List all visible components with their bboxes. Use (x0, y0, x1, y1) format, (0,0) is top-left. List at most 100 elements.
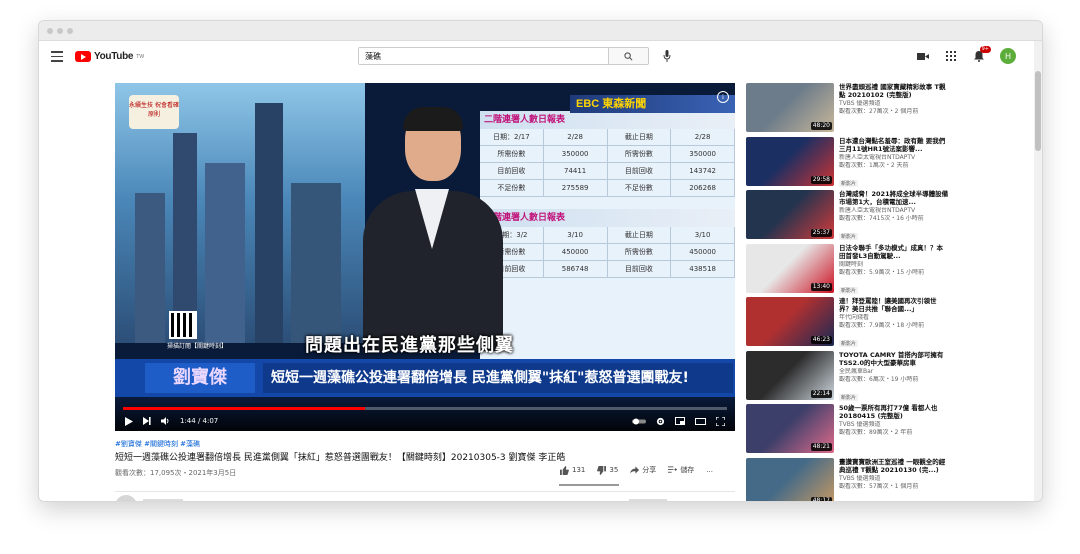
account-avatar[interactable]: H (1000, 48, 1016, 64)
recommended-views: 觀看次數：27萬次・2 個月前 (839, 108, 919, 115)
recommended-video[interactable]: 46:23 達！拜登罵陸！讓美國再次引領世界？美日共推「聯合國...」 年代向錢看觀… (746, 297, 1036, 351)
recommended-title[interactable]: 畫讚寶寶歐洲王室巡禮 一眼觀全的經典巡禮 T觀點 20210130 (完...) (839, 458, 949, 474)
miniplayer-icon[interactable] (675, 417, 685, 425)
recommended-channel[interactable]: 新唐人亞太電視台NTDAPTV (839, 207, 949, 215)
video-duration: 25:37 (810, 229, 832, 237)
create-video-icon[interactable] (916, 49, 930, 63)
recommended-channel[interactable]: 新唐人亞太電視台NTDAPTV (839, 154, 949, 162)
share-arrow-icon (630, 466, 640, 474)
theater-mode-icon[interactable] (695, 417, 706, 425)
add-to-playlist-icon (668, 466, 678, 473)
volume-icon[interactable] (161, 417, 170, 425)
board-cell: 截止日期 (608, 227, 672, 243)
notifications-bell-icon[interactable]: 9+ (972, 46, 991, 63)
window-zoom-dot[interactable] (67, 28, 73, 34)
window-close-dot[interactable] (47, 28, 53, 34)
recommended-channel[interactable]: TVBS 優選頻道 (839, 100, 949, 108)
search-button[interactable] (608, 48, 648, 64)
recommended-video[interactable]: 48:17 畫讚寶寶歐洲王室巡禮 一眼觀全的經典巡禮 T觀點 20210130 (… (746, 457, 1036, 501)
board-row: 目前回收 74411 目前回收 143742 (480, 163, 735, 180)
video-thumbnail[interactable]: 13:40 (746, 243, 834, 293)
youtube-header: YouTube TW 9+ H (39, 41, 1042, 75)
new-video-badge: 新影片 (839, 393, 859, 401)
qr-code (169, 311, 197, 339)
recommended-title[interactable]: 世界盡頭巡禮 國家寶藏精彩故事 T觀點 20210102 (完整版) (839, 83, 949, 99)
time-display: 1:44 / 4:07 (180, 417, 219, 425)
board-cell: 275589 (544, 180, 608, 196)
search-icon (624, 51, 633, 60)
recommended-title[interactable]: 日本遭台灣點名羞辱：政有難 要我們三月11號HR1號法案影響... (839, 137, 949, 153)
recommended-video[interactable]: 25:37 台灣威脅！2021將成全球半導體設備市場第1大，台積電加速... 新唐人… (746, 190, 1036, 244)
video-thumbnail[interactable]: 46:23 (746, 297, 834, 346)
like-count: 131 (572, 466, 586, 474)
recommended-video[interactable]: 22:14 TOYOTA CAMRY 首搭內部可擁有TSS2.0的中大型豪華房車全… (746, 350, 1036, 405)
settings-gear-icon[interactable] (656, 417, 665, 426)
apps-grid-icon[interactable] (944, 49, 958, 63)
new-video-badge: 新影片 (839, 340, 859, 347)
video-duration: 48:20 (810, 122, 832, 130)
play-icon[interactable] (125, 416, 133, 426)
board-cell: 206268 (671, 180, 735, 196)
subscribe-area[interactable] (629, 499, 667, 501)
recommended-title[interactable]: 日法令聯手「多功模式」成真！？本田首發L3自動駕駛... (839, 244, 949, 260)
video-player[interactable]: 永續生技 祝會看確原則 二階連署人數日報表 日期：2/17 2/28 截止日期 2/2… (115, 83, 735, 431)
video-thumbnail[interactable]: 29:58 (746, 136, 834, 186)
board-row: 日期：2/17 2/28 截止日期 2/28 (480, 129, 735, 146)
new-video-badge: 新影片 (839, 286, 859, 294)
recommendations-sidebar: 48:20 世界盡頭巡禮 國家寶藏精彩故事 T觀點 20210102 (完整版) T… (746, 83, 1036, 501)
video-actions: 131 35 分享 儲存 ... (560, 465, 713, 475)
video-thumbnail[interactable]: 25:37 (746, 190, 834, 239)
board-row: 目前回收 586748 目前回收 438518 (480, 261, 735, 278)
recommended-channel[interactable]: 全民瘋車Bar (839, 368, 949, 376)
search-input[interactable] (359, 48, 608, 64)
video-thumbnail[interactable]: 48:21 (746, 404, 834, 453)
like-button[interactable]: 131 (560, 465, 586, 475)
progress-bar[interactable] (123, 407, 727, 410)
board-row: 所需份數 450000 所需份數 450000 (480, 244, 735, 261)
share-label: 分享 (642, 466, 657, 474)
recommended-title[interactable]: 達！拜登罵陸！讓美國再次引領世界？美日共推「聯合國...」 (839, 297, 949, 313)
share-button[interactable]: 分享 (630, 465, 656, 475)
recommended-video[interactable]: 29:58 日本遭台灣點名羞辱：政有難 要我們三月11號HR1號法案影響... 新唐… (746, 136, 1036, 191)
board-cell: 目前回收 (608, 163, 672, 179)
recommended-views: 觀看次數：7.9萬次・18 小時前 (839, 322, 925, 329)
video-hashtags[interactable]: #劉寶傑 #關鍵時刻 #藻礁 (115, 439, 200, 449)
info-icon[interactable]: i (717, 91, 729, 103)
video-duration: 46:23 (810, 336, 832, 344)
video-caption: 問題出在民進黨那些側翼 (305, 335, 514, 356)
autoplay-toggle-icon[interactable] (632, 418, 646, 425)
recommended-views: 觀看次數：5.9萬次・15 小時前 (839, 268, 925, 276)
video-thumbnail[interactable]: 48:20 (746, 83, 834, 132)
dislike-button[interactable]: 35 (597, 465, 618, 475)
recommended-video[interactable]: 48:20 世界盡頭巡禮 國家寶藏精彩故事 T觀點 20210102 (完整版) T… (746, 83, 1036, 137)
board-cell: 截止日期 (608, 129, 672, 145)
presenter (355, 107, 505, 351)
logo-region: TW (136, 53, 145, 60)
channel-avatar[interactable] (115, 495, 137, 501)
board-cell: 143742 (671, 163, 735, 179)
youtube-logo[interactable]: YouTube TW (75, 51, 144, 62)
recommended-channel[interactable]: TVBS 優選頻道 (839, 475, 949, 483)
board-cell: 586748 (544, 261, 608, 277)
video-title: 短短一週藻礁公投連署翻倍增長 民進黨側翼「抹紅」惹怒普選團戰友！【關鍵時刻】20… (115, 453, 566, 463)
hamburger-menu-icon[interactable] (51, 51, 63, 63)
video-thumbnail[interactable]: 22:14 (746, 350, 834, 400)
recommended-channel[interactable]: 關鍵時刻 (839, 261, 949, 269)
microphone-icon[interactable] (663, 50, 671, 62)
recommended-video[interactable]: 13:40 日法令聯手「多功模式」成真！？本田首發L3自動駕駛... 關鍵時刻 觀看次… (746, 243, 1036, 298)
recommended-title[interactable]: 50歲一票所有再打77億 看都人也 20180415 (完整版) (839, 404, 949, 420)
fullscreen-icon[interactable] (716, 416, 725, 426)
video-thumbnail[interactable]: 48:17 (746, 457, 834, 501)
board-cell: 438518 (671, 261, 735, 277)
recommended-channel[interactable]: 年代向錢看 (839, 314, 949, 322)
recommended-video[interactable]: 48:21 50歲一票所有再打77億 看都人也 20180415 (完整版) TVB… (746, 404, 1036, 458)
save-button[interactable]: 儲存 (668, 465, 694, 475)
recommended-channel[interactable]: TVBS 優選頻道 (839, 421, 949, 429)
window-minimize-dot[interactable] (57, 28, 63, 34)
more-actions-button[interactable]: ... (706, 466, 713, 474)
video-meta: 觀看次數：17,095次・2021年3月5日 (115, 469, 237, 477)
recommended-title[interactable]: 台灣威脅！2021將成全球半導體設備市場第1大，台積電加速... (839, 190, 949, 206)
next-icon[interactable] (143, 417, 151, 425)
board-cell: 2/28 (671, 129, 735, 145)
recommended-title[interactable]: TOYOTA CAMRY 首搭內部可擁有TSS2.0的中大型豪華房車 (839, 351, 949, 367)
